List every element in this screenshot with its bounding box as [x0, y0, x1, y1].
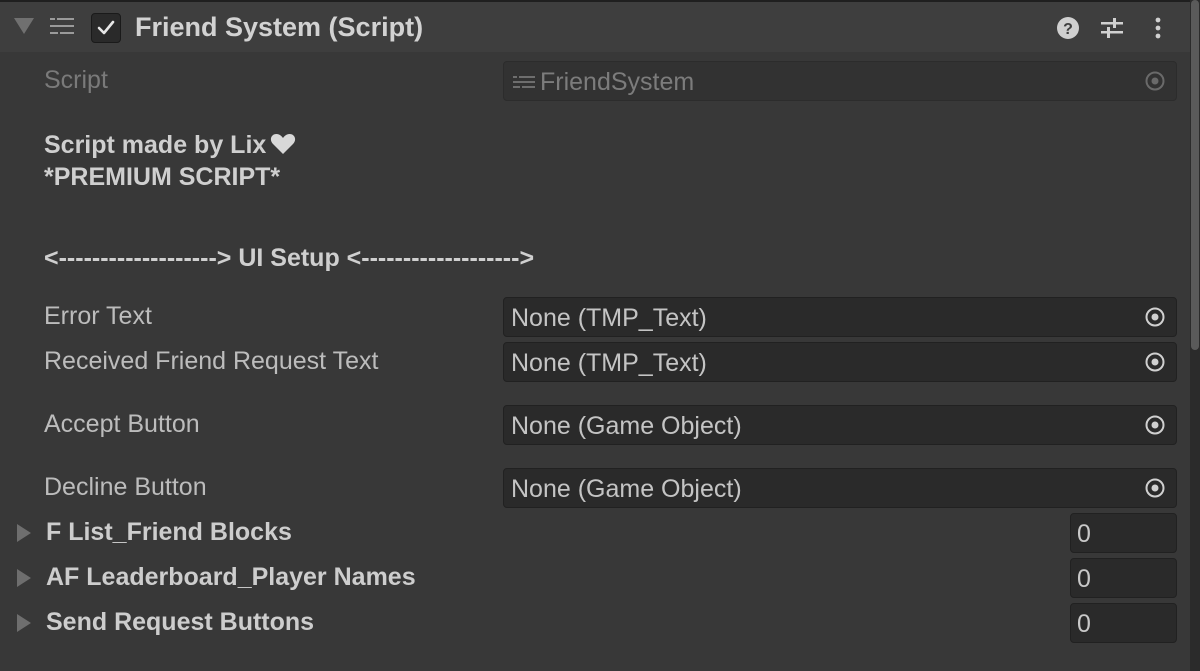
object-picker-button[interactable] [1134, 469, 1176, 507]
send-request-buttons-size-field[interactable]: 0 [1070, 603, 1177, 643]
leaderboard-names-size-field[interactable]: 0 [1070, 558, 1177, 598]
component-title: Friend System (Script) [135, 12, 424, 42]
author-line: Script made by Lix [44, 131, 267, 159]
accept-button-value: None (Game Object) [511, 412, 742, 440]
received-request-text-field[interactable]: None (TMP_Text) [503, 342, 1177, 382]
target-picker-icon [1145, 478, 1165, 498]
leaderboard-names-list-label[interactable]: AF Leaderboard_Player Names [46, 563, 416, 592]
error-text-label: Error Text [44, 302, 152, 330]
expand-arrow-icon[interactable] [17, 569, 31, 587]
decline-button-label: Decline Button [44, 473, 207, 501]
foldout-arrow-icon[interactable] [14, 18, 34, 34]
object-picker-button[interactable] [1134, 406, 1176, 444]
leaderboard-names-size-value: 0 [1077, 565, 1091, 593]
script-file-icon [513, 76, 535, 88]
decline-button-value: None (Game Object) [511, 475, 742, 503]
component-header[interactable]: Friend System (Script) ? [0, 0, 1190, 52]
friend-blocks-size-value: 0 [1077, 520, 1091, 548]
send-request-buttons-list-label[interactable]: Send Request Buttons [46, 608, 314, 637]
friend-blocks-list-label[interactable]: F List_Friend Blocks [46, 518, 292, 547]
target-picker-icon [1145, 415, 1165, 435]
error-text-value: None (TMP_Text) [511, 304, 707, 332]
target-picker-icon [1145, 307, 1165, 327]
friend-blocks-size-field[interactable]: 0 [1070, 513, 1177, 553]
premium-label: *PREMIUM SCRIPT* [44, 163, 281, 191]
object-picker-button[interactable] [1134, 298, 1176, 336]
help-icon[interactable]: ? [1055, 15, 1081, 41]
script-field-label: Script [44, 66, 108, 94]
author-info-text: Script made by Lix [44, 131, 296, 160]
received-request-text-label: Received Friend Request Text [44, 347, 379, 375]
decline-button-field[interactable]: None (Game Object) [503, 468, 1177, 508]
expand-arrow-icon[interactable] [17, 524, 31, 542]
target-picker-icon [1145, 71, 1165, 91]
component-enabled-checkbox[interactable] [91, 13, 121, 43]
presets-icon[interactable] [1099, 15, 1125, 41]
inspector-panel: Friend System (Script) ? Script FriendSy… [0, 0, 1200, 671]
accept-button-label: Accept Button [44, 410, 200, 438]
more-options-icon[interactable] [1145, 15, 1171, 41]
script-icon [50, 18, 74, 34]
received-request-text-value: None (TMP_Text) [511, 349, 707, 377]
accept-button-field[interactable]: None (Game Object) [503, 405, 1177, 445]
scrollbar-thumb[interactable] [1191, 0, 1199, 350]
send-request-buttons-size-value: 0 [1077, 610, 1091, 638]
object-picker-button [1134, 62, 1176, 100]
heart-icon [271, 134, 296, 154]
script-field-value: FriendSystem [540, 68, 695, 96]
expand-arrow-icon[interactable] [17, 614, 31, 632]
vertical-scrollbar[interactable] [1190, 0, 1200, 671]
script-field: FriendSystem [503, 61, 1177, 101]
checkmark-icon [97, 20, 115, 35]
ui-setup-header: <-------------------> UI Setup <--------… [44, 244, 535, 272]
svg-text:?: ? [1063, 21, 1073, 38]
object-picker-button[interactable] [1134, 343, 1176, 381]
target-picker-icon [1145, 352, 1165, 372]
error-text-field[interactable]: None (TMP_Text) [503, 297, 1177, 337]
